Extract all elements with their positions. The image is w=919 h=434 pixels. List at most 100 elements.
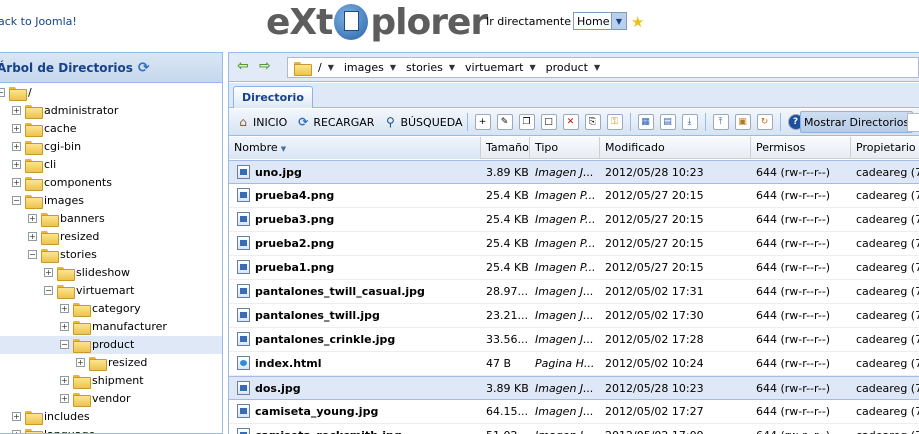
view-icon[interactable]: ▦ <box>637 114 654 130</box>
tree-node[interactable]: + vendor <box>0 390 222 408</box>
home-icon: ⌂ <box>239 115 247 129</box>
tree-node[interactable]: − stories <box>0 246 222 264</box>
reload-button[interactable]: ⟳ RECARGAR <box>295 112 374 133</box>
expand-icon[interactable]: + <box>28 214 37 223</box>
collapse-icon[interactable]: − <box>0 88 5 97</box>
tree-node[interactable]: + cgi-bin <box>0 138 222 156</box>
file-row[interactable]: camiseta_young.jpg 64.15... Imagen J... 201… <box>229 400 919 424</box>
breadcrumb-dropdown-icon[interactable]: ▼ <box>390 63 396 72</box>
file-row[interactable]: prueba4.png 25.4 KB Imagen P... 2012/05/27 … <box>229 184 919 208</box>
tree-node[interactable]: + manufacturer <box>0 318 222 336</box>
tree-node[interactable]: −/ <box>0 84 222 102</box>
edit-view-icon[interactable]: ▤ <box>659 114 676 130</box>
goto-select[interactable]: Home ▼ <box>573 12 627 30</box>
tree-node[interactable]: + resized <box>0 354 222 372</box>
tree-node[interactable]: + cache <box>0 120 222 138</box>
download-icon[interactable]: ⤓ <box>681 114 698 130</box>
expand-icon[interactable]: + <box>12 160 21 169</box>
expand-icon[interactable]: + <box>12 124 21 133</box>
file-row[interactable]: prueba1.png 25.4 KB Imagen P... 2012/05/27 … <box>229 256 919 280</box>
expand-icon[interactable]: + <box>60 304 69 313</box>
file-row[interactable]: pantalones_crinkle.jpg 33.56... Imagen J..… <box>229 328 919 352</box>
file-row[interactable]: camiseta_rockсmith.jpg 51.02...Imagen J..… <box>229 424 919 434</box>
tab-directorio[interactable]: Directorio <box>233 86 313 108</box>
breadcrumb-item[interactable]: stories <box>406 61 443 74</box>
tree-node[interactable]: + banners <box>0 210 222 228</box>
cell-size: 23.21... <box>486 309 528 322</box>
column-header-permissions[interactable]: Permisos <box>751 137 851 159</box>
breadcrumb-item[interactable]: product <box>546 61 588 74</box>
expand-icon[interactable]: + <box>12 142 21 151</box>
expand-icon[interactable]: + <box>12 412 21 421</box>
rename-icon[interactable]: ⎘ <box>584 114 601 130</box>
tree-node-label: stories <box>60 248 97 261</box>
file-row[interactable]: prueba2.png 25.4 KB Imagen P... 2012/05/27 … <box>229 232 919 256</box>
forward-arrow-icon[interactable]: ⇨ <box>259 59 271 73</box>
breadcrumb-item[interactable]: virtuemart <box>465 61 523 74</box>
collapse-icon[interactable]: − <box>12 196 21 205</box>
bookmark-star-icon[interactable]: ★ <box>631 14 644 30</box>
upload-icon[interactable]: ⤒ <box>712 114 729 130</box>
chevron-down-icon[interactable]: ▼ <box>611 13 626 29</box>
tree-node[interactable]: + cli <box>0 156 222 174</box>
path-breadcrumb[interactable]: / ▼ images ▼ stories ▼ virtuemart ▼ product ▼ <box>287 57 919 78</box>
filter-input[interactable] <box>907 113 919 132</box>
file-row[interactable]: dos.jpg 3.89 KB Imagen J... 2012/05/28 10:2… <box>229 376 919 400</box>
cell-modified: 2012/05/02 17:28 <box>605 333 704 346</box>
breadcrumb-dropdown-icon[interactable]: ▼ <box>328 63 334 72</box>
tree-node[interactable]: + category <box>0 300 222 318</box>
file-row[interactable]: pantalones_twill_casual.jpg 28.97... Image… <box>229 280 919 304</box>
tree-node[interactable]: + components <box>0 174 222 192</box>
file-row[interactable]: prueba3.png 25.4 KB Imagen P... 2012/05/27 … <box>229 208 919 232</box>
expand-icon[interactable]: + <box>12 106 21 115</box>
move-icon[interactable]: □ <box>540 114 557 130</box>
new-file-icon[interactable]: + <box>474 114 491 130</box>
copy-icon[interactable]: ❐ <box>518 114 535 130</box>
collapse-icon[interactable]: − <box>60 340 69 349</box>
tree-node[interactable]: + shipment <box>0 372 222 390</box>
chmod-icon[interactable]: ⚿ <box>606 114 623 130</box>
column-header-name[interactable]: Nombre ▼ <box>229 137 481 159</box>
file-row[interactable]: index.html 47 B Pagina H... 2012/05/02 10:2… <box>229 352 919 376</box>
archive-icon[interactable]: ▣ <box>734 114 751 130</box>
back-arrow-icon[interactable]: ⇦ <box>237 59 249 73</box>
home-button[interactable]: ⌂ INICIO <box>235 112 287 133</box>
tree-node[interactable]: − product <box>0 336 222 354</box>
expand-icon[interactable]: + <box>60 322 69 331</box>
refresh-tree-icon[interactable]: ⟳ <box>138 60 154 76</box>
tree-node[interactable]: − images <box>0 192 222 210</box>
expand-icon[interactable]: + <box>12 430 21 433</box>
extract-icon[interactable]: ↻ <box>756 114 773 130</box>
search-button[interactable]: ⚲ BÚSQUEDA <box>382 112 462 133</box>
expand-icon[interactable]: + <box>12 178 21 187</box>
tree-node[interactable]: + administrator <box>0 102 222 120</box>
expand-icon[interactable]: + <box>60 394 69 403</box>
column-header-size[interactable]: Tamaño <box>481 137 530 159</box>
tree-node[interactable]: + language <box>0 426 222 433</box>
breadcrumb-item[interactable]: images <box>344 61 384 74</box>
tree-node[interactable]: + includes <box>0 408 222 426</box>
edit-file-icon[interactable]: ✎ <box>496 114 513 130</box>
file-row[interactable]: uno.jpg 3.89 KB Imagen J... 2012/05/28 10:2… <box>229 160 919 184</box>
breadcrumb-item[interactable]: / <box>318 61 322 74</box>
breadcrumb-dropdown-icon[interactable]: ▼ <box>449 63 455 72</box>
expand-icon[interactable]: + <box>28 232 37 241</box>
collapse-icon[interactable]: − <box>44 286 53 295</box>
tree-node[interactable]: + slideshow <box>0 264 222 282</box>
column-header-owner[interactable]: Propietario <box>851 137 919 159</box>
breadcrumb-dropdown-icon[interactable]: ▼ <box>529 63 535 72</box>
breadcrumb-dropdown-icon[interactable]: ▼ <box>594 63 600 72</box>
delete-icon[interactable]: ✕ <box>562 114 579 130</box>
collapse-icon[interactable]: − <box>28 250 37 259</box>
file-name: index.html <box>255 357 322 370</box>
expand-icon[interactable]: + <box>76 358 85 367</box>
column-header-modified[interactable]: Modificado <box>600 137 751 159</box>
expand-icon[interactable]: + <box>60 376 69 385</box>
file-row[interactable]: pantalones_twill.jpg 23.21... Imagen J... 2… <box>229 304 919 328</box>
tree-node[interactable]: + resized <box>0 228 222 246</box>
tree-node[interactable]: − virtuemart <box>0 282 222 300</box>
expand-icon[interactable]: + <box>44 268 53 277</box>
back-to-joomla-link[interactable]: ack to Joomla! <box>0 15 77 28</box>
show-directories-button[interactable]: Mostrar Directorios <box>800 111 914 133</box>
column-header-type[interactable]: Tipo <box>530 137 600 159</box>
